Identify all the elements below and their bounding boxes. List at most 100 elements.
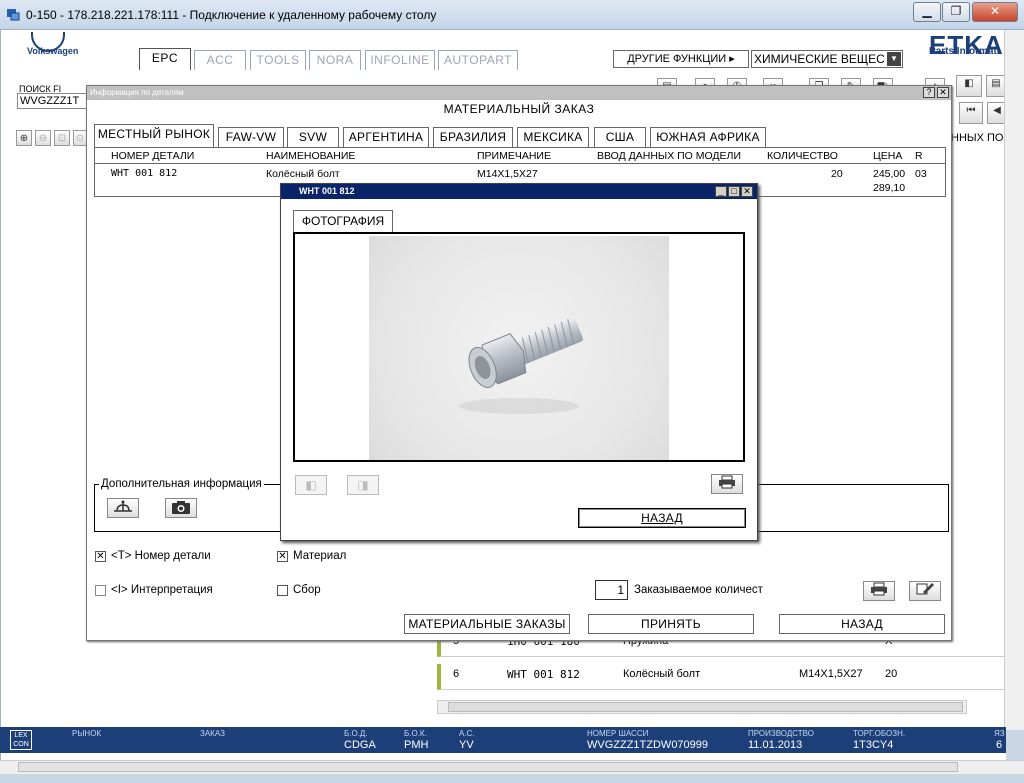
photo-minimize-button[interactable]: _	[715, 186, 727, 197]
status-trade-label: ТОРГ.ОБОЗН.	[853, 729, 906, 738]
edit-note-icon[interactable]	[909, 581, 941, 601]
col-name: НАИМЕНОВАНИЕ	[266, 150, 356, 162]
list-item-part: WHT 001 812	[507, 668, 580, 681]
maximize-button[interactable]: ❐	[942, 2, 970, 22]
status-ac-label: A.C.	[459, 729, 475, 738]
zoom-fit-icon[interactable]: ⊡	[54, 130, 70, 146]
zoom-in-icon[interactable]: ⊕	[16, 130, 32, 146]
list-item[interactable]: 6 WHT 001 812 Колёсный болт M14X1,5X27 2…	[437, 664, 1005, 690]
extra-info-label: Дополнительная информация	[99, 478, 264, 490]
camera-icon[interactable]	[165, 498, 197, 518]
search-input[interactable]: WVGZZZ1T	[17, 93, 87, 109]
tab-epc[interactable]: EPC	[139, 48, 191, 70]
right-vertical-scrollbar[interactable]	[1004, 30, 1024, 730]
photo-back-button[interactable]: НАЗАД	[578, 508, 746, 528]
material-checkbox[interactable]: ✕	[277, 551, 288, 562]
scrollbar-thumb[interactable]	[448, 702, 963, 712]
tab-photo[interactable]: ФОТОГРАФИЯ	[293, 210, 393, 232]
remote-desktop-icon	[7, 9, 20, 21]
photo-print-icon[interactable]	[711, 474, 743, 494]
toolbar-page-icon[interactable]: ▤	[986, 75, 1006, 97]
scrollbar-thumb[interactable]	[18, 762, 958, 772]
close-button[interactable]: ✕	[972, 2, 1018, 22]
part-number-label: <T> Номер детали	[111, 550, 211, 562]
status-chassis-label: НОМЕР ШАССИ	[587, 729, 649, 738]
row-name: Колёсный болт	[266, 168, 340, 180]
list-item-name: Колёсный болт	[623, 668, 701, 680]
back-button[interactable]: НАЗАД	[779, 614, 945, 634]
lexcom-logo: LEX CON	[10, 730, 32, 750]
tab-acc[interactable]: ACC	[194, 50, 246, 70]
chemical-select-value: ХИМИЧЕСКИЕ ВЕЩЕС	[754, 52, 885, 66]
right-clipped-label: ННЫХ ПО	[951, 132, 1004, 144]
chevron-down-icon[interactable]: ▼	[887, 52, 901, 66]
status-order-label: ЗАКАЗ	[200, 729, 225, 738]
list-item-qty: 20	[885, 668, 898, 680]
status-bod-label: Б.О.Д.	[344, 729, 368, 738]
row-part-no: WHT 001 812	[111, 168, 178, 179]
window-title: 0-150 - 178.218.221.178:111 - Подключени…	[26, 8, 437, 22]
tab-svw[interactable]: SVW	[287, 127, 339, 147]
tab-local-market[interactable]: МЕСТНЫЙ РЫНОК	[94, 124, 214, 147]
tab-argentina[interactable]: АРГЕНТИНА	[343, 127, 429, 147]
scale-icon[interactable]	[107, 498, 139, 518]
dialog-heading: МАТЕРИАЛЬНЫЙ ЗАКАЗ	[443, 102, 595, 116]
row-note: M14X1,5X27	[477, 168, 538, 180]
col-qty: КОЛИЧЕСТВО	[767, 150, 838, 162]
rdp-titlebar: 0-150 - 178.218.221.178:111 - Подключени…	[0, 0, 1024, 30]
dialog-title: Информация по деталям	[87, 86, 951, 100]
next-photo-icon[interactable]: ◨	[347, 475, 379, 495]
tab-faw-vw[interactable]: FAW-VW	[218, 127, 284, 147]
bottom-horizontal-scrollbar[interactable]	[0, 760, 1024, 774]
status-bod-value: CDGA	[344, 739, 376, 751]
status-bok-value: PMH	[404, 739, 429, 751]
order-quantity-label: Заказываемое количест	[634, 584, 763, 596]
tab-brazil[interactable]: БРАЗИЛИЯ	[433, 127, 513, 147]
other-functions-button[interactable]: ДРУГИЕ ФУНКЦИИ ▸	[613, 50, 749, 68]
photo-close-button[interactable]: ✕	[741, 186, 753, 197]
tab-south-africa[interactable]: ЮЖНАЯ АФРИКА	[650, 127, 766, 147]
brand-text: Volkswagen	[27, 46, 79, 56]
col-note: ПРИМЕЧАНИЕ	[477, 150, 551, 162]
order-quantity-input[interactable]: 1	[595, 580, 628, 600]
list-horizontal-scrollbar[interactable]	[437, 700, 967, 714]
first-page-icon[interactable]: ⏮	[959, 102, 983, 124]
row-price: 245,00	[873, 168, 906, 180]
col-part-no: НОМЕР ДЕТАЛИ	[111, 150, 195, 162]
list-item-no: 6	[453, 668, 460, 680]
tab-tools[interactable]: TOOLS	[250, 50, 306, 70]
tab-usa[interactable]: США	[594, 127, 646, 147]
status-production-value: 11.01.2013	[748, 739, 803, 751]
part-number-checkbox[interactable]: ✕	[95, 551, 106, 562]
zoom-reset-icon[interactable]: ⊙	[73, 130, 87, 146]
prev-photo-icon[interactable]: ◧	[295, 475, 327, 495]
interpretation-label: <I> Интерпретация	[111, 584, 213, 596]
tab-mexico[interactable]: МЕКСИКА	[517, 127, 589, 147]
status-lang-label: ЯЗ	[994, 729, 1005, 738]
photo-maximize-button[interactable]: □	[728, 186, 740, 197]
status-lang-value: 6	[996, 739, 1003, 751]
status-production-label: ПРОИЗВОДСТВО	[748, 729, 814, 738]
toolbar-back-page-icon[interactable]: ◧	[956, 75, 982, 97]
etka-subtitle: Parts Informati	[929, 46, 1000, 57]
accept-button[interactable]: ПРИНЯТЬ	[588, 614, 754, 634]
print-icon[interactable]	[863, 581, 895, 601]
col-r: R	[915, 150, 923, 162]
col-model-data: ВВОД ДАННЫХ ПО МОДЕЛИ	[597, 150, 741, 162]
tab-infoline[interactable]: INFOLINE	[365, 50, 435, 70]
row-price-2: 289,10	[873, 182, 906, 194]
chemical-select[interactable]: ХИМИЧЕСКИЕ ВЕЩЕС ▼	[751, 50, 903, 68]
interpretation-checkbox[interactable]	[95, 585, 106, 596]
tab-autopart[interactable]: AUTOPART	[438, 50, 518, 70]
status-market-label: РЫНОК	[72, 729, 102, 738]
assembly-label: Сбор	[293, 584, 321, 596]
zoom-out-icon[interactable]: ⊖	[35, 130, 51, 146]
minimize-button[interactable]: ▁	[913, 2, 941, 22]
dialog-close-button[interactable]: ✕	[937, 87, 949, 98]
table-header: НОМЕР ДЕТАЛИ НАИМЕНОВАНИЕ ПРИМЕЧАНИЕ ВВО…	[95, 148, 945, 164]
help-button[interactable]: ?	[923, 87, 935, 98]
assembly-checkbox[interactable]	[277, 585, 288, 596]
material-label: Материал	[293, 550, 347, 562]
material-orders-button[interactable]: МАТЕРИАЛЬНЫЕ ЗАКАЗЫ	[404, 614, 570, 634]
tab-nora[interactable]: NORA	[309, 50, 361, 70]
